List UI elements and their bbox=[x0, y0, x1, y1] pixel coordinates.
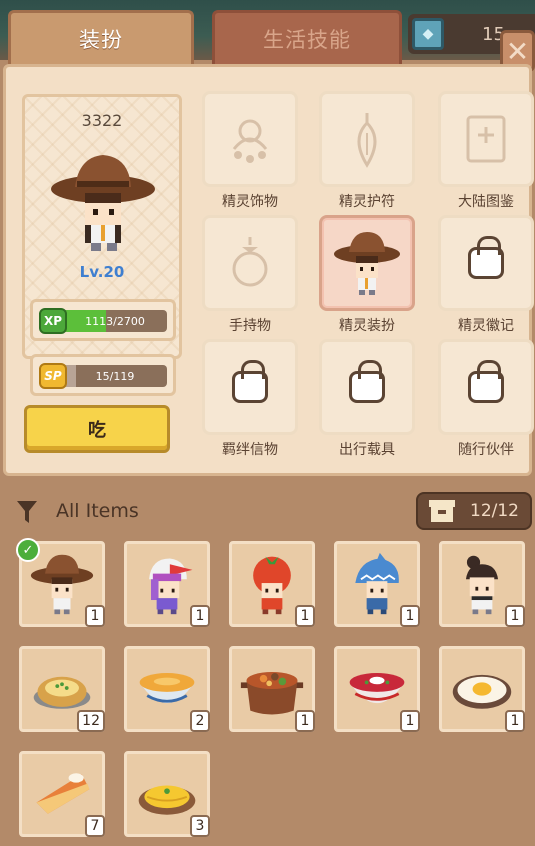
close-icon: ✕ bbox=[505, 34, 530, 68]
item-quantity: 2 bbox=[190, 710, 210, 732]
slot-label-companion: 随行伙伴 bbox=[458, 442, 514, 458]
item-quantity: 3 bbox=[190, 815, 210, 837]
sp-icon: SP bbox=[39, 363, 67, 389]
inventory-count: 12/12 bbox=[470, 501, 519, 521]
item-quantity: 7 bbox=[85, 815, 105, 837]
slot-travel-vehicle[interactable] bbox=[319, 339, 415, 435]
slot-label-bond-token: 羁绊信物 bbox=[222, 442, 278, 458]
slot-label-spirit-amulet: 精灵护符 bbox=[339, 194, 395, 210]
lock-icon bbox=[468, 236, 504, 279]
item-quantity: 1 bbox=[505, 605, 525, 627]
slot-label-handheld: 手持物 bbox=[229, 318, 271, 334]
sp-track: 15/119 bbox=[63, 365, 167, 387]
slot-companion[interactable] bbox=[438, 339, 534, 435]
tab-costume[interactable]: 装扮 bbox=[8, 10, 194, 64]
slot-label-continent-codex: 大陆图鉴 bbox=[458, 194, 514, 210]
sp-bar: 15/119 SP bbox=[30, 354, 176, 396]
inventory-item[interactable]: 7 bbox=[19, 751, 105, 837]
item-quantity: 1 bbox=[295, 710, 315, 732]
sp-text: 15/119 bbox=[95, 369, 135, 383]
filter-label[interactable]: All Items bbox=[56, 500, 139, 522]
slot-continent-codex[interactable] bbox=[438, 91, 534, 187]
item-quantity: 1 bbox=[505, 710, 525, 732]
slot-spirit-costume[interactable] bbox=[319, 215, 415, 311]
cowboy-hat-costume-icon bbox=[334, 232, 400, 295]
inventory-item[interactable]: 1 bbox=[229, 541, 315, 627]
inventory-item[interactable]: 1 bbox=[334, 541, 420, 627]
xp-text: 1113/2700 bbox=[85, 314, 145, 328]
filter-icon[interactable] bbox=[16, 499, 38, 525]
character-level: Lv.20 bbox=[79, 263, 125, 281]
book-icon bbox=[466, 115, 506, 163]
amulet-icon bbox=[357, 113, 377, 168]
xp-bar: 1113/2700 XP bbox=[30, 299, 176, 341]
item-quantity: 1 bbox=[190, 605, 210, 627]
gem-icon: ◆ bbox=[412, 18, 444, 50]
accessory-icon bbox=[232, 119, 268, 163]
xp-icon: XP bbox=[39, 308, 67, 334]
lock-icon bbox=[232, 360, 268, 403]
item-quantity: 1 bbox=[295, 605, 315, 627]
inventory-item[interactable]: 1 bbox=[124, 541, 210, 627]
item-quantity: 1 bbox=[400, 710, 420, 732]
slot-spirit-accessory[interactable] bbox=[202, 91, 298, 187]
slot-handheld[interactable] bbox=[202, 215, 298, 311]
slot-label-spirit-emblem: 精灵徽记 bbox=[458, 318, 514, 334]
lock-icon bbox=[468, 360, 504, 403]
character-id: 3322 bbox=[81, 111, 123, 130]
slot-spirit-amulet[interactable] bbox=[319, 91, 415, 187]
inventory-item[interactable]: 1 bbox=[439, 646, 525, 732]
slot-label-travel-vehicle: 出行载具 bbox=[339, 442, 395, 458]
inventory-item[interactable]: 3 bbox=[124, 751, 210, 837]
slot-bond-token[interactable] bbox=[202, 339, 298, 435]
inventory-item[interactable]: 12 bbox=[19, 646, 105, 732]
slot-spirit-emblem[interactable] bbox=[438, 215, 534, 311]
equipped-check-icon: ✓ bbox=[16, 538, 40, 562]
slot-label-spirit-accessory: 精灵饰物 bbox=[222, 194, 278, 210]
xp-track: 1113/2700 bbox=[63, 310, 167, 332]
inventory-item[interactable]: 1 bbox=[439, 541, 525, 627]
inventory-item[interactable]: 2 bbox=[124, 646, 210, 732]
item-quantity: 1 bbox=[400, 605, 420, 627]
orb-icon bbox=[232, 237, 268, 287]
slot-label-spirit-costume: 精灵装扮 bbox=[339, 318, 395, 334]
inventory-capacity: 12/12 bbox=[416, 492, 532, 530]
cowboy-hat-character-icon bbox=[51, 155, 155, 251]
inventory-item[interactable]: 1 bbox=[229, 646, 315, 732]
item-quantity: 12 bbox=[77, 710, 105, 732]
eat-button[interactable]: 吃 bbox=[24, 405, 170, 453]
inventory-item[interactable]: 1 bbox=[334, 646, 420, 732]
storage-box-icon bbox=[429, 500, 455, 522]
tab-life-skills[interactable]: 生活技能 bbox=[212, 10, 402, 64]
lock-icon bbox=[349, 360, 385, 403]
item-quantity: 1 bbox=[85, 605, 105, 627]
